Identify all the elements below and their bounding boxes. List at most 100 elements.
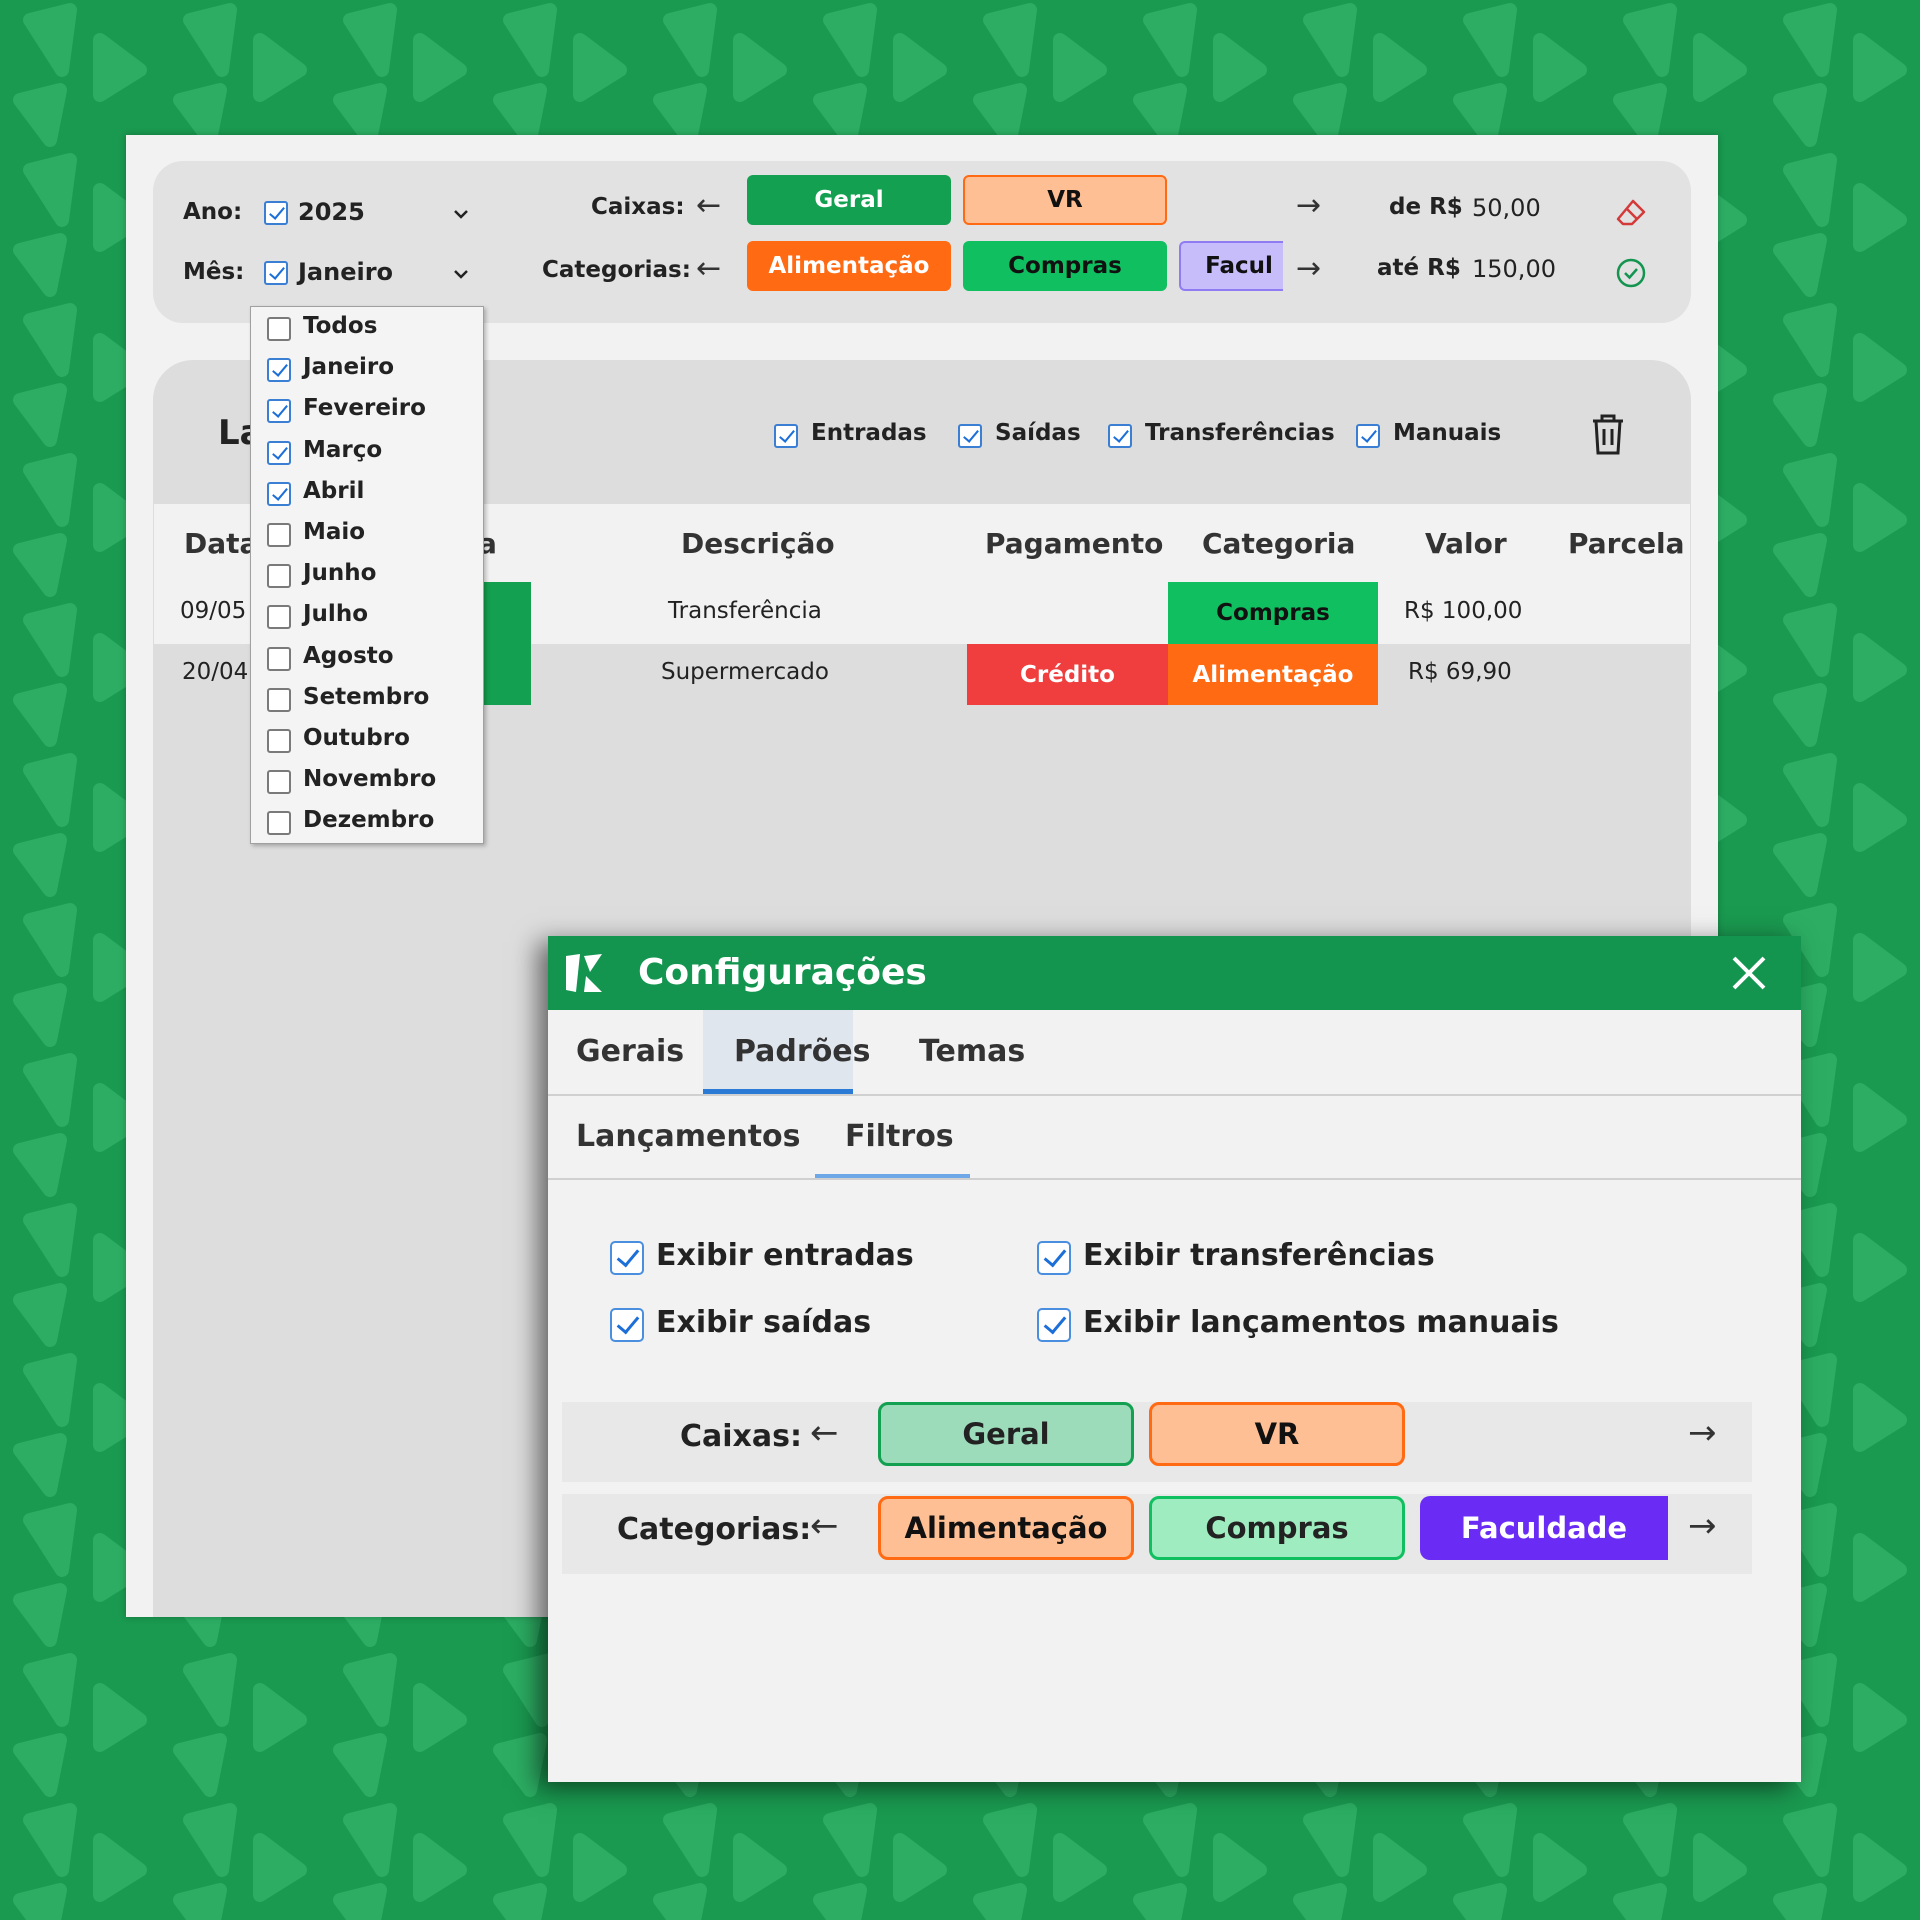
month-option-checkbox[interactable] (267, 399, 291, 424)
mes-checkbox[interactable] (264, 261, 288, 285)
tab-gerais[interactable]: Gerais (576, 1034, 684, 1069)
type-indicator (476, 582, 531, 705)
header-categoria: Categoria (1202, 527, 1356, 560)
arrow-right-icon[interactable]: → (1296, 191, 1321, 221)
header-parcela: Parcela (1568, 527, 1685, 560)
month-option-checkbox[interactable] (267, 564, 291, 589)
ano-label: Ano: (183, 199, 243, 225)
toggle-saidas-label: Saídas (995, 420, 1081, 446)
categoria-pill-faculdade[interactable]: Facul (1179, 241, 1283, 291)
row-2-descricao: Supermercado (661, 659, 829, 685)
exibir-transferencias-label: Exibir transferências (1083, 1238, 1435, 1273)
ate-value[interactable]: 150,00 (1472, 255, 1556, 283)
month-option-checkbox[interactable] (267, 440, 291, 465)
exibir-saidas-label: Exibir saídas (656, 1305, 872, 1340)
toggle-manuais-label: Manuais (1393, 420, 1502, 446)
row-2-pagamento: Crédito (967, 644, 1168, 705)
dialog-titlebar: Configurações (548, 936, 1801, 1010)
row-2-valor: R$ 69,90 (1408, 659, 1512, 685)
settings-dialog: Configurações Gerais Padrões Temas Lança… (548, 936, 1801, 1782)
arrow-left-icon[interactable]: ← (810, 1509, 839, 1543)
exibir-entradas-checkbox[interactable] (610, 1241, 644, 1275)
month-option-label: Abril (303, 477, 365, 504)
arrow-left-icon[interactable]: ← (696, 191, 721, 221)
arrow-right-icon[interactable]: → (1688, 1416, 1717, 1450)
mes-value[interactable]: Janeiro (298, 258, 393, 286)
tab-padroes[interactable]: Padrões (734, 1034, 871, 1069)
categorias-label: Categorias: (542, 257, 691, 283)
app-logo-icon (566, 954, 602, 992)
default-caixa-geral[interactable]: Geral (878, 1402, 1134, 1466)
row-1-valor: R$ 100,00 (1404, 598, 1523, 624)
check-circle-icon[interactable] (1615, 257, 1647, 289)
exibir-saidas-checkbox[interactable] (610, 1308, 644, 1342)
ano-value[interactable]: 2025 (298, 198, 365, 226)
default-caixa-vr[interactable]: VR (1149, 1402, 1405, 1466)
exibir-entradas-label: Exibir entradas (656, 1238, 914, 1273)
chevron-down-icon[interactable] (453, 206, 469, 222)
arrow-left-icon[interactable]: ← (696, 254, 721, 284)
month-option-label: Dezembro (303, 807, 435, 834)
default-categoria-compras[interactable]: Compras (1149, 1496, 1405, 1560)
mes-label: Mês: (183, 259, 245, 285)
ano-checkbox[interactable] (264, 201, 288, 225)
filter-bar: Ano: 2025 Mês: Janeiro Caixas: ← Geral V… (153, 161, 1691, 323)
month-option-label: Janeiro (303, 354, 395, 381)
divider (548, 1094, 1801, 1096)
month-option-checkbox[interactable] (267, 687, 291, 712)
subtab-lancamentos[interactable]: Lançamentos (576, 1119, 801, 1154)
eraser-icon[interactable] (1615, 197, 1647, 229)
header-descricao: Descrição (681, 527, 835, 560)
caixa-pill-geral[interactable]: Geral (747, 175, 951, 225)
toggle-transferencias-label: Transferências (1145, 420, 1335, 446)
month-option-label: Todos (303, 313, 378, 339)
toggle-manuais-checkbox[interactable] (1356, 424, 1380, 448)
arrow-left-icon[interactable]: ← (810, 1416, 839, 1450)
exibir-manuais-checkbox[interactable] (1037, 1308, 1071, 1342)
month-option-checkbox[interactable] (267, 358, 291, 383)
toggle-saidas-checkbox[interactable] (958, 424, 982, 448)
month-option-checkbox[interactable] (267, 317, 291, 341)
default-categoria-faculdade[interactable]: Faculdade (1420, 1496, 1668, 1560)
categorias-label: Categorias: (617, 1512, 812, 1547)
header-data: Data (184, 527, 259, 560)
categoria-pill-alimentacao[interactable]: Alimentação (747, 241, 951, 291)
header-pagamento: Pagamento (985, 527, 1164, 560)
caixa-pill-vr[interactable]: VR (963, 175, 1167, 225)
dialog-title: Configurações (638, 952, 927, 993)
month-option-label: Fevereiro (303, 395, 426, 422)
chevron-down-icon[interactable] (453, 266, 469, 282)
row-1-categoria: Compras (1168, 582, 1378, 644)
ate-label: até R$ (1377, 255, 1461, 281)
month-option-checkbox[interactable] (267, 646, 291, 671)
month-option-label: Junho (303, 560, 377, 587)
exibir-transferencias-checkbox[interactable] (1037, 1241, 1071, 1275)
header-valor: Valor (1425, 527, 1507, 560)
month-option-label: Agosto (303, 642, 394, 669)
close-icon[interactable] (1730, 954, 1768, 992)
month-option-checkbox[interactable] (267, 523, 291, 547)
month-option-checkbox[interactable] (267, 811, 291, 836)
row-2-categoria: Alimentação (1168, 644, 1378, 705)
toggle-entradas-checkbox[interactable] (774, 424, 798, 448)
month-option-checkbox[interactable] (267, 729, 291, 753)
month-option-checkbox[interactable] (267, 605, 291, 630)
de-value[interactable]: 50,00 (1472, 194, 1541, 222)
toggle-transferencias-checkbox[interactable] (1108, 424, 1132, 448)
month-option-checkbox[interactable] (267, 481, 291, 506)
trash-icon[interactable] (1587, 411, 1629, 457)
month-option-label: Maio (303, 519, 366, 545)
tab-temas[interactable]: Temas (919, 1034, 1025, 1069)
arrow-right-icon[interactable]: → (1296, 254, 1321, 284)
categoria-pill-compras[interactable]: Compras (963, 241, 1167, 291)
month-option-label: Outubro (303, 725, 410, 751)
month-dropdown: Todos Janeiro Fevereiro Março Abril Maio Junho… (250, 306, 484, 844)
default-categoria-alimentacao[interactable]: Alimentação (878, 1496, 1134, 1560)
month-option-checkbox[interactable] (267, 770, 291, 795)
month-option-label: Julho (303, 601, 368, 628)
subtab-filtros[interactable]: Filtros (845, 1119, 954, 1154)
caixas-label: Caixas: (680, 1419, 802, 1454)
divider (548, 1178, 1801, 1180)
arrow-right-icon[interactable]: → (1688, 1509, 1717, 1543)
de-label: de R$ (1389, 194, 1463, 220)
